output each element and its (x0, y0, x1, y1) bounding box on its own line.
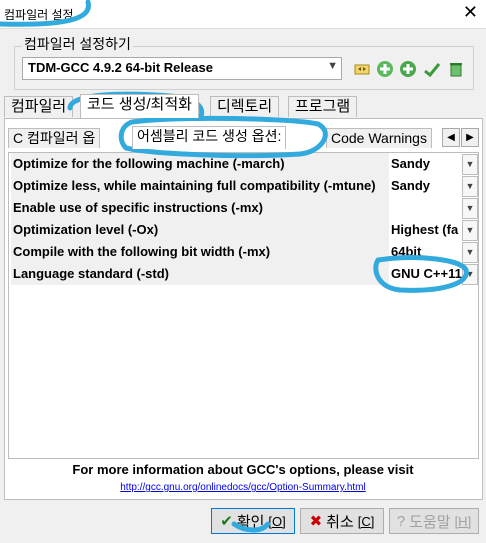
rename-icon (354, 64, 369, 74)
option-row[interactable]: Optimize for the following machine (-mar… (9, 153, 478, 176)
tab-scroll-right-icon[interactable]: ▶ (461, 128, 479, 147)
tab-programs[interactable]: 프로그램 (288, 96, 358, 117)
option-label: Language standard (-std) (11, 263, 389, 286)
compiler-select[interactable]: TDM-GCC 4.9.2 64-bit Release ▼ (22, 57, 342, 80)
add-icon (376, 60, 393, 77)
option-value[interactable]: Sandy (389, 153, 464, 175)
help-label: 도움말 (409, 513, 451, 531)
subtab-c-compiler[interactable]: C 컴파일러 옵 (8, 128, 101, 148)
options-grid: Optimize for the following machine (-mar… (8, 152, 479, 459)
question-icon: ? (396, 512, 406, 530)
option-row[interactable]: Compile with the following bit width (-m… (9, 241, 478, 264)
tab-directories[interactable]: 디렉토리 (210, 96, 280, 117)
tab-code-generation[interactable]: 코드 생성/최적화 (80, 94, 199, 118)
delete-compiler-button[interactable] (444, 57, 467, 80)
option-value[interactable]: 64bit (389, 241, 464, 263)
option-row[interactable]: Optimize less, while maintaining full co… (9, 175, 478, 198)
option-value[interactable] (389, 197, 464, 219)
subtab-assembly[interactable]: 어셈블리 코드 생성 옵션: (132, 126, 287, 149)
chevron-down-icon[interactable]: ▼ (462, 154, 478, 175)
apply-button[interactable] (420, 57, 443, 80)
subtab-code-warnings[interactable]: Code Warnings (326, 128, 432, 148)
help-shortcut: [H] (454, 513, 472, 529)
option-label: Optimize for the following machine (-mar… (11, 153, 389, 176)
window-title: 컴파일러 설정 (4, 8, 74, 22)
chevron-down-icon[interactable]: ▼ (462, 242, 478, 263)
title-bar: 컴파일러 설정 ✕ (0, 0, 486, 29)
check-icon: ✔ (220, 513, 233, 530)
tab-compiler[interactable]: 컴파일러 (4, 96, 74, 117)
cross-icon: ✖ (309, 513, 323, 530)
tab-scroll-left-icon[interactable]: ◀ (442, 128, 460, 147)
add-icon (399, 60, 416, 77)
chevron-down-icon[interactable]: ▼ (462, 220, 478, 241)
option-label: Compile with the following bit width (-m… (11, 241, 389, 264)
option-row[interactable]: Optimization level (-Ox) Highest (fa ▼ (9, 219, 478, 242)
ok-button[interactable]: ✔ 확인 [O] (211, 508, 295, 534)
compiler-select-value: TDM-GCC 4.9.2 64-bit Release (28, 60, 213, 75)
cancel-label: 취소 (326, 513, 354, 531)
option-label: Enable use of specific instructions (-mx… (11, 197, 389, 220)
option-value[interactable]: Highest (fa (389, 219, 464, 241)
rename-button[interactable] (350, 57, 373, 80)
delete-icon (449, 62, 462, 76)
chevron-down-icon[interactable]: ▼ (462, 264, 478, 285)
chevron-down-icon[interactable]: ▼ (462, 198, 478, 219)
add-compiler-folder-button[interactable] (396, 57, 419, 80)
close-icon[interactable]: ✕ (463, 2, 478, 22)
cancel-shortcut: [C] (357, 513, 375, 529)
option-row[interactable]: Enable use of specific instructions (-mx… (9, 197, 478, 220)
option-value[interactable]: GNU C++11 (389, 263, 464, 285)
option-label: Optimize less, while maintaining full co… (11, 175, 389, 198)
cancel-button[interactable]: ✖ 취소 [C] (300, 508, 384, 534)
help-button[interactable]: ? 도움말 [H] (389, 508, 479, 534)
option-label: Optimization level (-Ox) (11, 219, 389, 242)
ok-shortcut: [O] (268, 513, 286, 529)
ok-label: 확인 (236, 513, 265, 531)
chevron-down-icon[interactable]: ▼ (327, 60, 338, 72)
chevron-down-icon[interactable]: ▼ (462, 176, 478, 197)
option-row[interactable]: Language standard (-std) GNU C++11 ▼ (9, 263, 478, 286)
info-link[interactable]: http://gcc.gnu.org/onlinedocs/gcc/Option… (0, 482, 486, 493)
info-text: For more information about GCC's options… (72, 462, 414, 477)
group-label: 컴파일러 설정하기 (22, 34, 133, 54)
add-compiler-button[interactable] (373, 57, 396, 80)
check-icon (423, 62, 440, 77)
option-value[interactable]: Sandy (389, 175, 464, 197)
